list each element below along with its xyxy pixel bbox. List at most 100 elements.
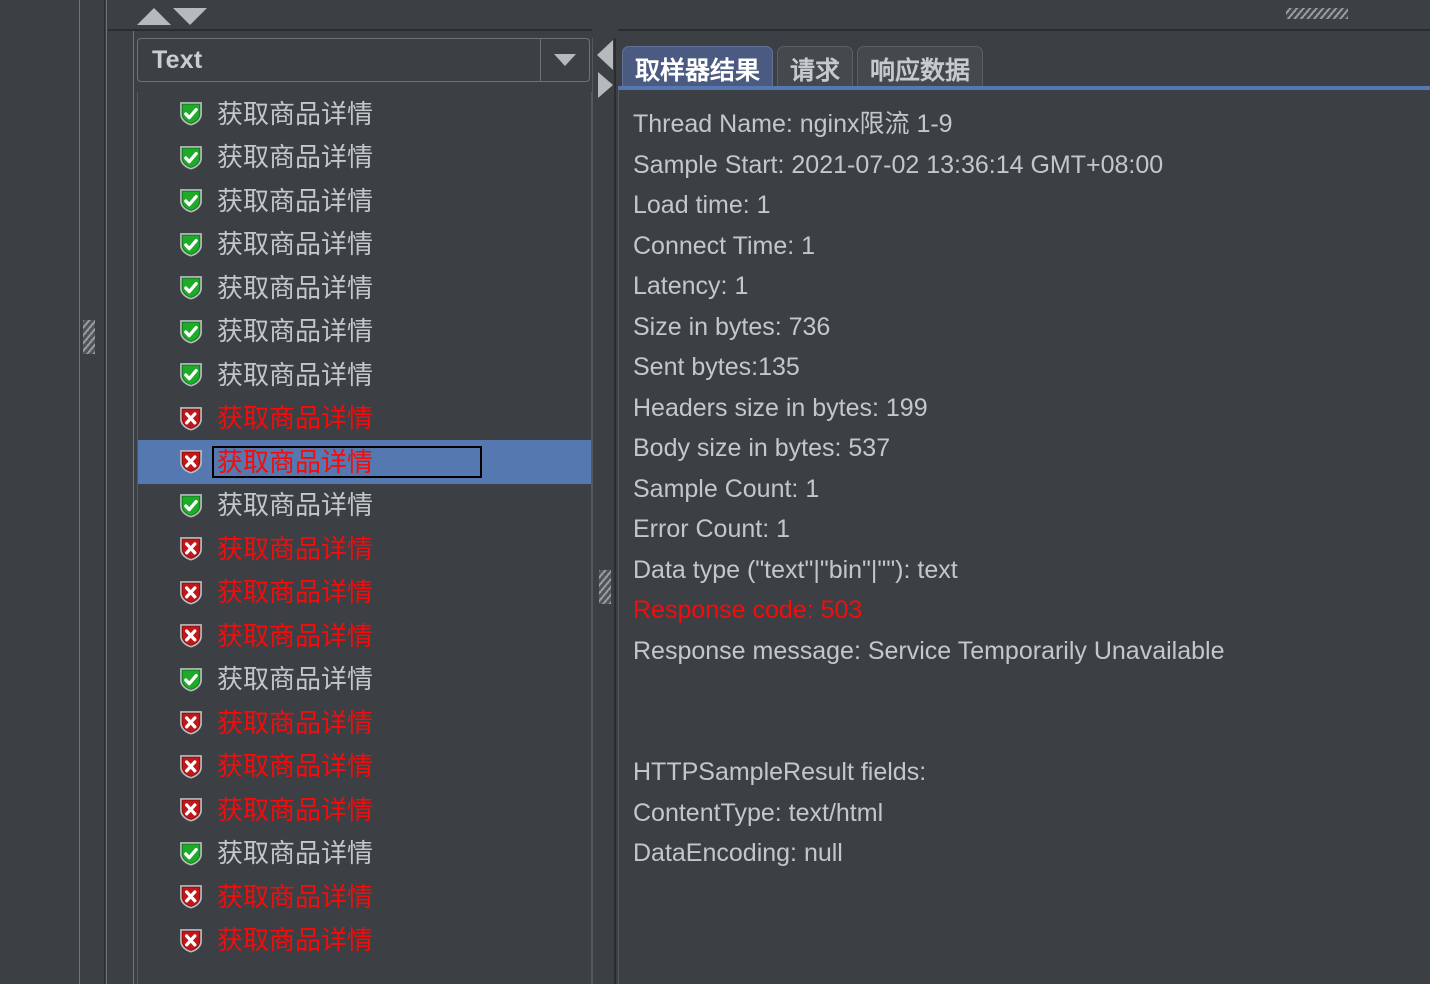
main-splitter-grip[interactable] xyxy=(599,570,611,604)
tree-row-label: 获取商品详情 xyxy=(217,98,374,129)
result-line: Response message: Service Temporarily Un… xyxy=(633,636,1225,665)
tree-row[interactable]: 获取商品详情 xyxy=(138,919,591,963)
shield-x-icon xyxy=(180,798,202,822)
tab-request[interactable]: 请求 xyxy=(777,46,854,90)
detail-tabstrip: 取样器结果 请求 响应数据 xyxy=(618,42,1430,90)
tree-row[interactable]: 获取商品详情 xyxy=(138,701,591,745)
tree-row[interactable]: 获取商品详情 xyxy=(138,353,591,397)
tab-response-data[interactable]: 响应数据 xyxy=(857,46,984,90)
tree-row-label: 获取商品详情 xyxy=(217,707,374,738)
splitter-line-right xyxy=(614,38,616,984)
result-line: Thread Name: nginx限流 1-9 xyxy=(633,110,953,138)
tree-row-label: 获取商品详情 xyxy=(217,838,374,869)
tree-row[interactable]: 获取商品详情 xyxy=(138,440,591,484)
tree-row-label: 获取商品详情 xyxy=(217,403,374,434)
tree-row[interactable]: 获取商品详情 xyxy=(138,745,591,789)
result-line: Headers size in bytes: 199 xyxy=(633,393,928,422)
triangle-up-icon xyxy=(137,7,171,25)
shield-check-icon xyxy=(180,232,202,257)
tree-row[interactable]: 获取商品详情 xyxy=(138,614,591,658)
tree-row-label: 获取商品详情 xyxy=(217,794,374,825)
result-line: DataEncoding: null xyxy=(633,839,843,867)
shield-x-icon xyxy=(180,885,202,909)
result-line: Sample Start: 2021-07-02 13:36:14 GMT+08… xyxy=(633,150,1164,179)
tree-row[interactable]: 获取商品详情 xyxy=(138,310,591,354)
shield-x-icon xyxy=(180,406,202,431)
tree-row-label: 获取商品详情 xyxy=(217,142,374,173)
left-rail-divider-3 xyxy=(106,0,107,984)
splitter-line-left xyxy=(592,38,593,984)
renderer-select-value: Text xyxy=(152,45,203,74)
view-results-tree-panel: Text 获取商品详情 获取商品详情 获取商品详情 获取商品详情 获取商品详情 获取商品详… xyxy=(0,0,1430,984)
tree-row[interactable]: 获取商品详情 xyxy=(138,658,591,702)
tree-row-label: 获取商品详情 xyxy=(217,359,374,390)
triangle-down-icon xyxy=(173,7,207,25)
renderer-select[interactable]: Text xyxy=(137,38,590,82)
result-detail-panel: 取样器结果 请求 响应数据 Thread Name: nginx限流 1-9 Samp… xyxy=(618,33,1430,984)
shield-x-icon xyxy=(180,537,202,561)
tab-sampler-result[interactable]: 取样器结果 xyxy=(622,46,774,90)
shield-x-icon xyxy=(180,624,202,648)
shield-check-icon xyxy=(180,145,202,170)
left-rail-divider-2 xyxy=(104,0,105,984)
result-line xyxy=(633,712,1430,753)
tree-row-label: 获取商品详情 xyxy=(217,881,374,912)
tree-row[interactable]: 获取商品详情 xyxy=(138,397,591,441)
shield-check-icon xyxy=(180,363,202,387)
shield-x-icon xyxy=(180,711,202,735)
sampler-result-tree[interactable]: 获取商品详情 获取商品详情 获取商品详情 获取商品详情 获取商品详情 获取商品详情 获取商品… xyxy=(137,92,592,984)
shield-x-icon xyxy=(180,928,202,953)
shield-check-icon xyxy=(180,841,202,866)
main-vertical-splitter[interactable] xyxy=(592,0,618,984)
result-line: Load time: 1 xyxy=(633,191,771,219)
renderer-select-arrow-button[interactable] xyxy=(540,39,589,81)
triangle-left-icon[interactable] xyxy=(597,40,613,70)
shield-check-icon xyxy=(180,667,202,692)
tree-row[interactable]: 获取商品详情 xyxy=(138,179,591,223)
triangle-right-icon[interactable] xyxy=(597,72,613,98)
tree-row-label: 获取商品详情 xyxy=(217,751,374,782)
tree-row-label: 获取商品详情 xyxy=(217,272,374,303)
sort-buttons xyxy=(137,4,207,28)
tree-row-label: 获取商品详情 xyxy=(217,664,374,695)
top-horizontal-splitter[interactable] xyxy=(108,0,1430,31)
result-line: Connect Time: 1 xyxy=(633,231,816,260)
result-line: Error Count: 1 xyxy=(633,515,791,543)
chevron-down-icon xyxy=(554,54,576,66)
tree-row[interactable]: 获取商品详情 xyxy=(138,527,591,571)
shield-x-icon xyxy=(180,450,202,474)
sort-ascending-button[interactable] xyxy=(137,7,171,25)
tree-row[interactable]: 获取商品详情 xyxy=(138,223,591,267)
result-line: Sample Count: 1 xyxy=(633,474,820,503)
sort-descending-button[interactable] xyxy=(173,7,207,25)
shield-check-icon xyxy=(180,102,202,126)
tree-row-label: 获取商品详情 xyxy=(212,445,482,478)
tree-row[interactable]: 获取商品详情 xyxy=(138,832,591,876)
tree-row-label: 获取商品详情 xyxy=(217,925,374,956)
top-splitter-grip[interactable] xyxy=(1286,8,1348,19)
left-rail-divider-1 xyxy=(79,0,80,984)
shield-x-icon xyxy=(180,580,202,605)
tree-row[interactable]: 获取商品详情 xyxy=(138,788,591,832)
result-line: HTTPSampleResult fields: xyxy=(633,758,927,786)
tree-row-label: 获取商品详情 xyxy=(217,490,374,521)
result-line: Sent bytes:135 xyxy=(633,353,800,381)
shield-check-icon xyxy=(180,493,202,518)
tree-row[interactable]: 获取商品详情 xyxy=(138,571,591,615)
sampler-result-text[interactable]: Thread Name: nginx限流 1-9 Sample Start: 20… xyxy=(618,90,1430,984)
result-line: Latency: 1 xyxy=(633,272,749,300)
shield-check-icon xyxy=(180,189,202,213)
tree-row[interactable]: 获取商品详情 xyxy=(138,266,591,310)
tree-row[interactable]: 获取商品详情 xyxy=(138,484,591,528)
left-vertical-splitter-grip[interactable] xyxy=(83,320,95,354)
tree-row-label: 获取商品详情 xyxy=(217,316,374,347)
shield-check-icon xyxy=(180,276,202,300)
tree-row-label: 获取商品详情 xyxy=(217,185,374,216)
tree-row-label: 获取商品详情 xyxy=(217,229,374,260)
tree-row[interactable]: 获取商品详情 xyxy=(138,136,591,180)
tree-row[interactable]: 获取商品详情 xyxy=(138,92,591,136)
tree-row-label: 获取商品详情 xyxy=(217,620,374,651)
tree-row-label: 获取商品详情 xyxy=(217,533,374,564)
tree-row[interactable]: 获取商品详情 xyxy=(138,875,591,919)
result-line: ContentType: text/html xyxy=(633,798,884,827)
